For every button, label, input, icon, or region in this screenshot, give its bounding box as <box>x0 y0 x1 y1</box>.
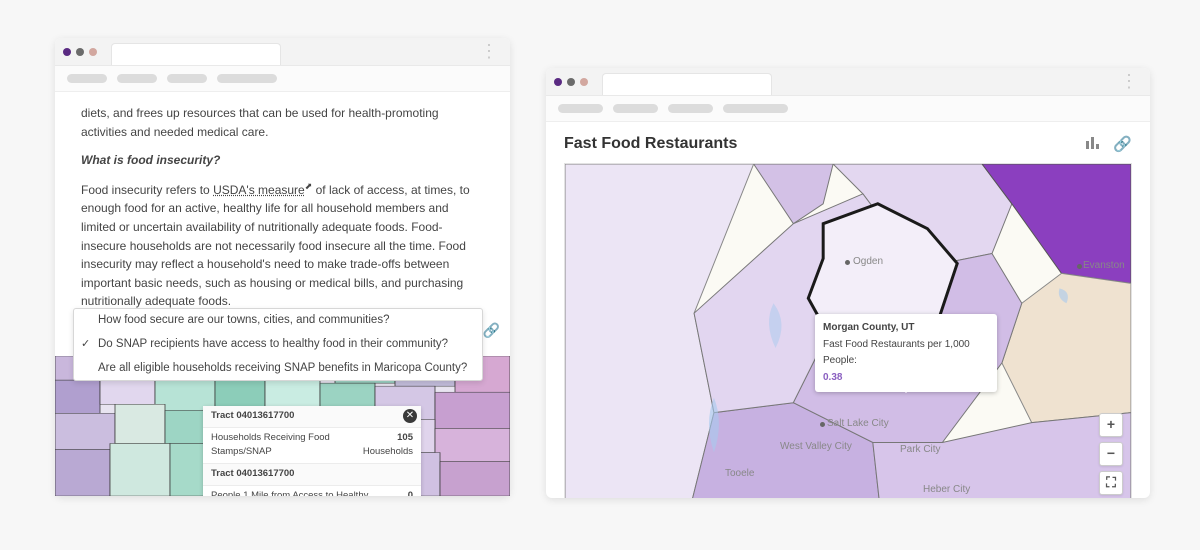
window-traffic-lights <box>63 48 97 56</box>
zoom-in-button[interactable]: + <box>1099 413 1123 437</box>
browser-tab[interactable] <box>602 73 772 95</box>
window-traffic-lights <box>554 78 588 86</box>
map-title: Fast Food Restaurants <box>564 132 737 157</box>
toolbar-placeholder <box>217 74 277 83</box>
toolbar-placeholder <box>67 74 107 83</box>
city-dot <box>1077 264 1082 269</box>
tooltip-row: Households Receiving Food Stamps/SNAP 10… <box>203 428 421 464</box>
map-panel: Fast Food Restaurants 🔗 <box>546 122 1150 498</box>
toolbar-placeholder <box>117 74 157 83</box>
browser-toolbar <box>55 66 510 92</box>
kebab-menu-icon[interactable]: ⋮ <box>476 41 502 62</box>
definition-paragraph: Food insecurity refers to USDA's measure… <box>81 180 484 311</box>
browser-toolbar <box>546 96 1150 122</box>
titlebar: ⋮ <box>55 38 510 66</box>
map-tooltip: Morgan County, UT Fast Food Restaurants … <box>815 314 997 392</box>
dropdown-option[interactable]: Are all eligible households receiving SN… <box>74 357 482 381</box>
question-dropdown[interactable]: How food secure are our towns, cities, a… <box>73 308 483 381</box>
toolbar-placeholder <box>167 74 207 83</box>
definition-text-pre: Food insecurity refers to <box>81 183 213 197</box>
close-icon[interactable]: ✕ <box>403 409 417 423</box>
browser-tab[interactable] <box>111 43 281 65</box>
link-share-icon[interactable]: 🔗 <box>1113 133 1132 156</box>
close-dot-icon[interactable] <box>554 78 562 86</box>
tooltip-metric-value: 0.38 <box>823 370 989 386</box>
minimize-dot-icon[interactable] <box>567 78 575 86</box>
map-tooltip: ✕ Tract 04013617700 Households Receiving… <box>203 406 421 496</box>
toolbar-placeholder <box>668 104 713 113</box>
browser-window-right: ⋮ Fast Food Restaurants 🔗 <box>546 68 1150 498</box>
minimize-dot-icon[interactable] <box>76 48 84 56</box>
fullscreen-button[interactable]: ⛶ <box>1099 471 1123 495</box>
city-dot <box>820 422 825 427</box>
tooltip-row: People 1 Mile from Access to Healthy Foo… <box>203 486 421 496</box>
maximize-dot-icon[interactable] <box>89 48 97 56</box>
definition-text-post: of lack of access, at times, to enough f… <box>81 183 470 309</box>
choropleth-map-right[interactable]: Ogden Salt Lake City West Valley City To… <box>564 163 1132 498</box>
zoom-out-button[interactable]: − <box>1099 442 1123 466</box>
tooltip-header: Tract 04013617700 <box>203 406 421 428</box>
tooltip-county-name: Morgan County, UT <box>823 320 989 336</box>
intro-paragraph: diets, and frees up resources that can b… <box>81 104 484 141</box>
close-dot-icon[interactable] <box>63 48 71 56</box>
titlebar: ⋮ <box>546 68 1150 96</box>
map-controls: + − ⛶ ⌂ <box>1099 413 1123 498</box>
dropdown-option-selected[interactable]: Do SNAP recipients have access to health… <box>74 333 482 357</box>
tooltip-header: Tract 04013617700 <box>203 464 421 486</box>
city-dot <box>845 260 850 265</box>
subheading: What is food insecurity? <box>81 151 484 170</box>
bar-chart-icon[interactable] <box>1085 133 1101 156</box>
link-share-icon[interactable]: 🔗 <box>483 320 500 342</box>
dropdown-option[interactable]: How food secure are our towns, cities, a… <box>74 309 482 333</box>
tooltip-metric-label: Fast Food Restaurants per 1,000 People: <box>823 337 989 368</box>
article-content: diets, and frees up resources that can b… <box>55 92 510 496</box>
toolbar-placeholder <box>723 104 788 113</box>
toolbar-placeholder <box>613 104 658 113</box>
kebab-menu-icon[interactable]: ⋮ <box>1116 71 1142 92</box>
usda-link[interactable]: USDA's measure <box>213 183 305 197</box>
toolbar-placeholder <box>558 104 603 113</box>
browser-window-left: ⋮ diets, and frees up resources that can… <box>55 38 510 496</box>
maximize-dot-icon[interactable] <box>580 78 588 86</box>
